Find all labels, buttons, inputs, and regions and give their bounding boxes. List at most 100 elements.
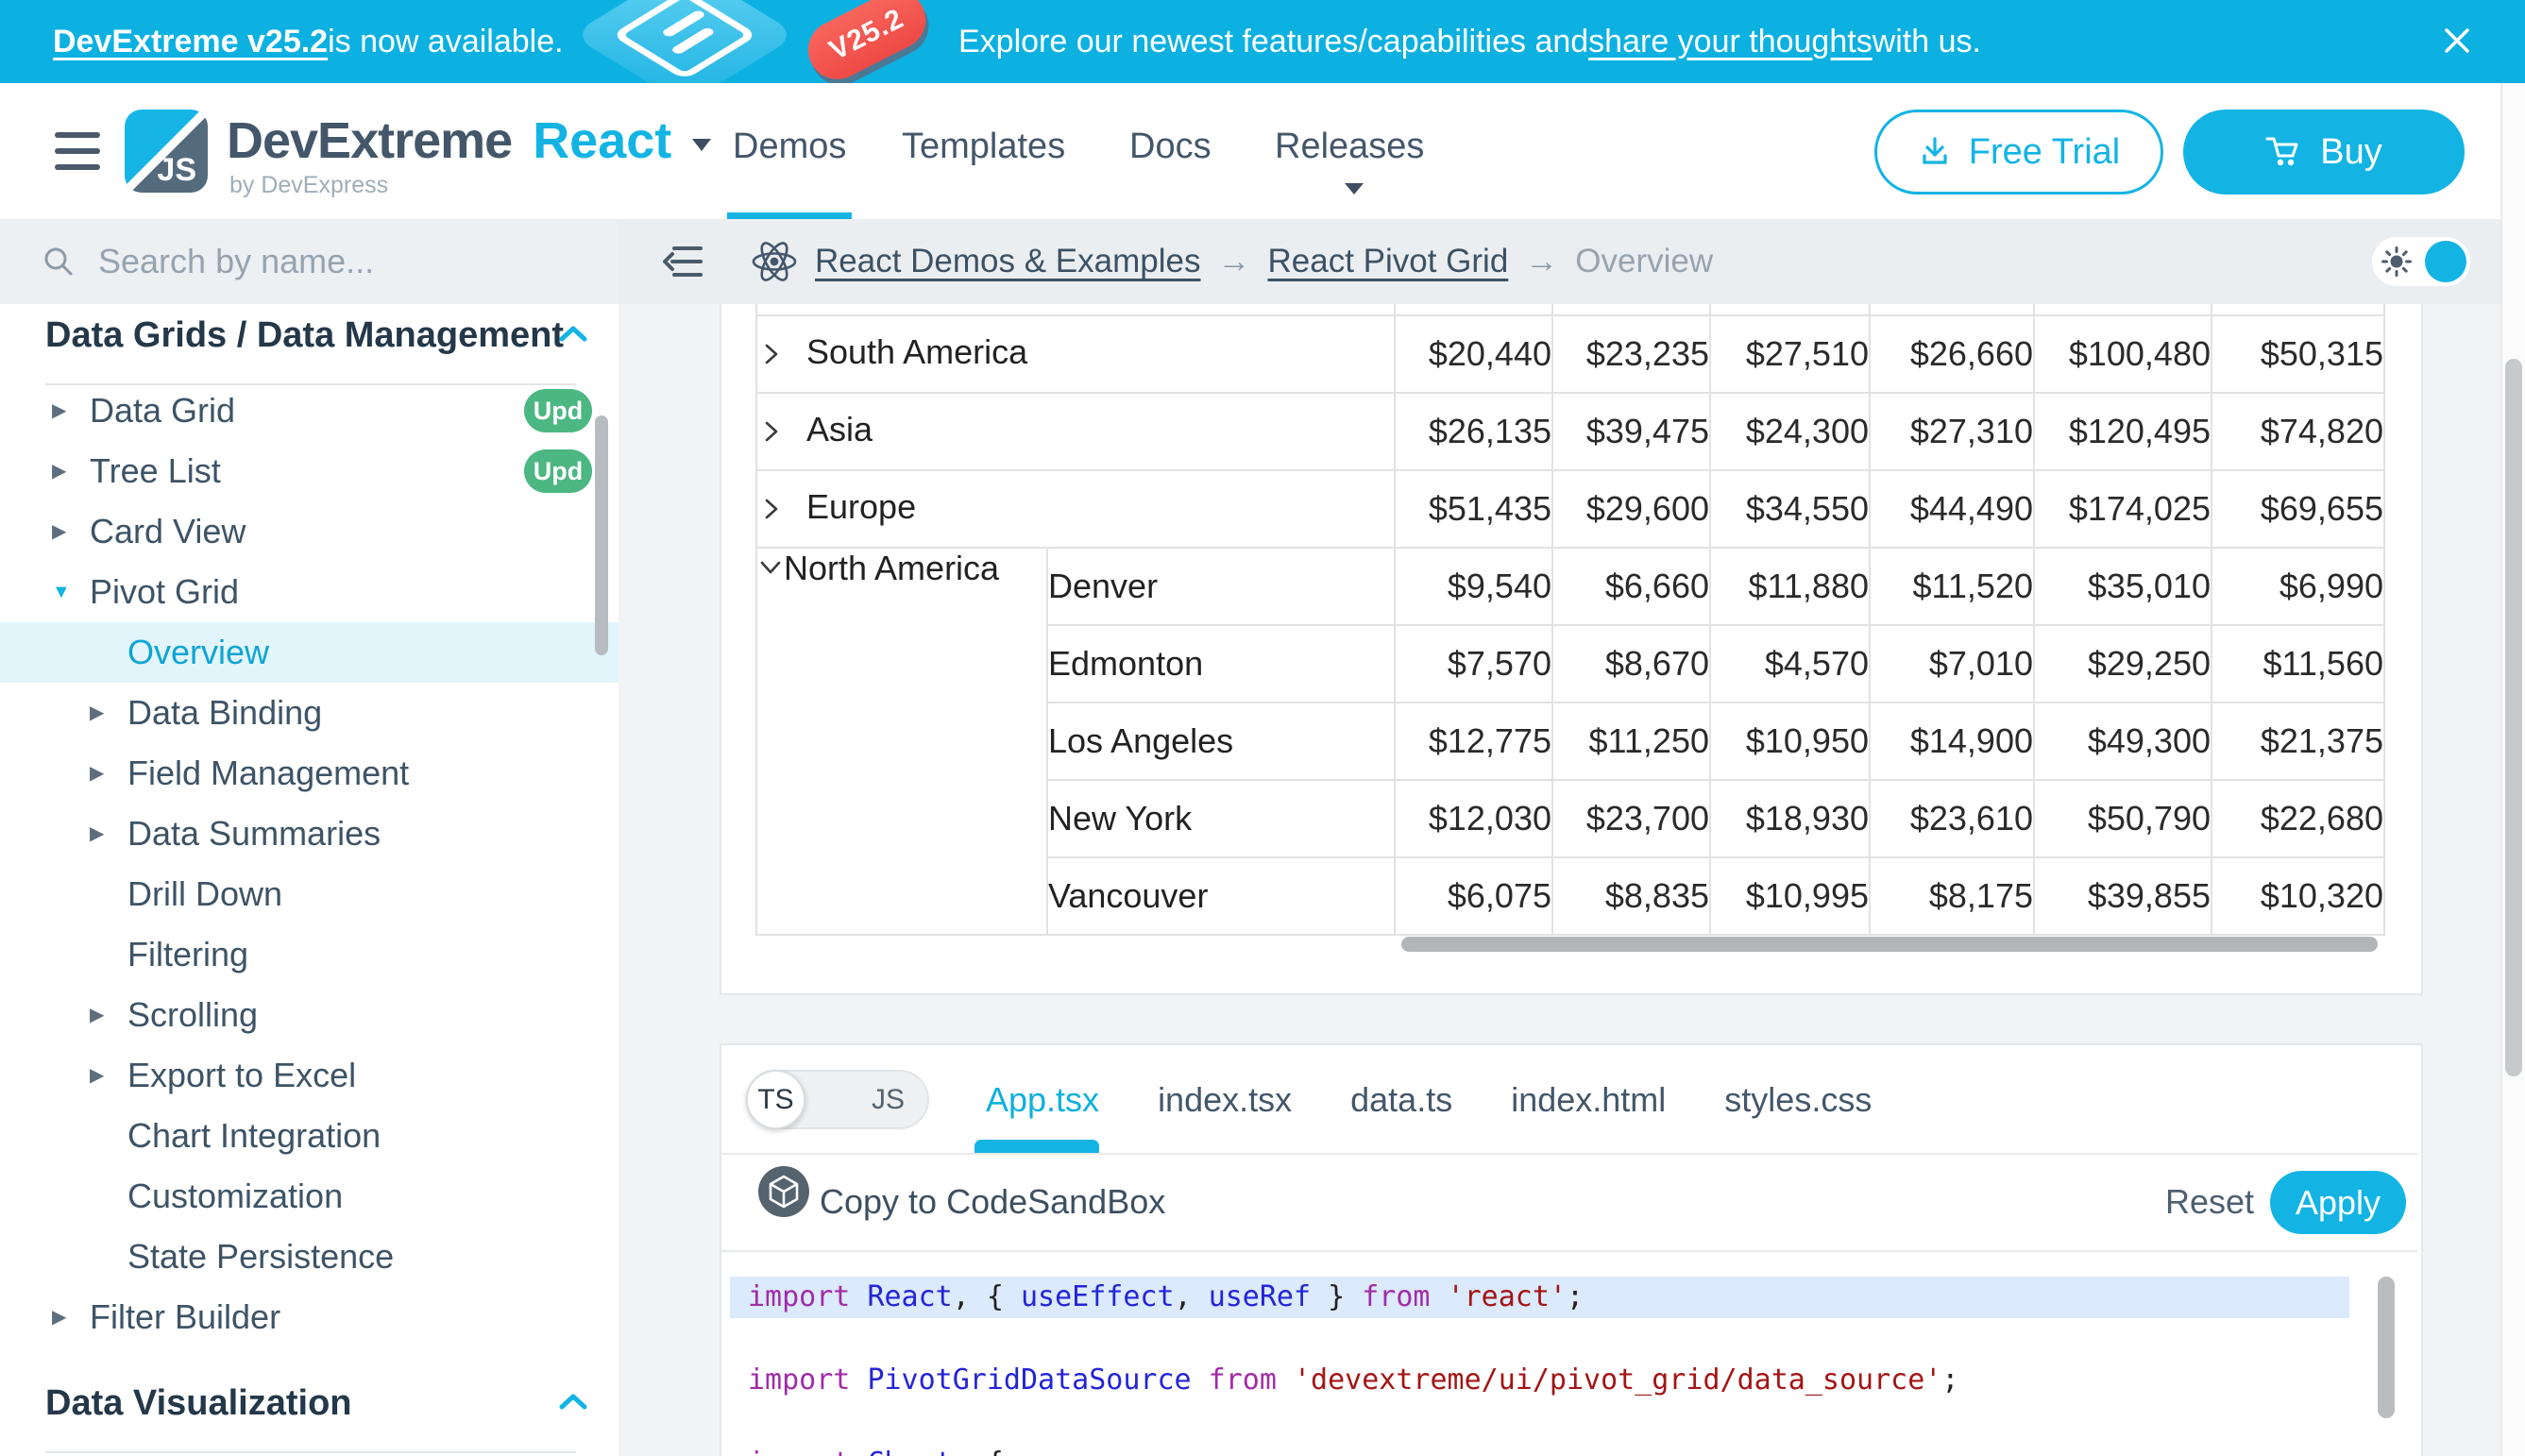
page-scrollbar-thumb[interactable] bbox=[2505, 359, 2522, 1076]
banner-message-suffix: with us. bbox=[1873, 24, 1981, 60]
row-header-asia[interactable]: Asia bbox=[756, 393, 1395, 470]
breadcrumb-separator: → bbox=[1217, 243, 1250, 280]
sidebar-item-label: Drill Down bbox=[127, 864, 282, 924]
language-toggle[interactable]: TS JS bbox=[746, 1070, 929, 1129]
sidebar-item-export-to-excel[interactable]: ▶ Export to Excel bbox=[0, 1045, 619, 1106]
chevron-down-icon[interactable] bbox=[692, 139, 711, 151]
tab-index-tsx[interactable]: index.tsx bbox=[1158, 1080, 1292, 1120]
sidebar-item-filter-builder[interactable]: ▶ Filter Builder bbox=[0, 1287, 619, 1347]
language-toggle-ts[interactable]: TS bbox=[746, 1070, 805, 1129]
row-label: Europe bbox=[806, 487, 916, 526]
sidebar-item-customization[interactable]: Customization bbox=[0, 1166, 619, 1227]
close-icon bbox=[2441, 25, 2473, 57]
free-trial-button[interactable]: Free Trial bbox=[1874, 110, 2163, 195]
expand-chevron-right-icon[interactable] bbox=[757, 491, 784, 531]
row-header-los-angeles[interactable]: Los Angeles bbox=[1047, 703, 1395, 780]
chevron-right-icon: ▶ bbox=[90, 743, 104, 804]
pivot-cell: $23,235 bbox=[1552, 315, 1710, 393]
tab-styles-css[interactable]: styles.css bbox=[1724, 1080, 1872, 1120]
sidebar-item-tree-list[interactable]: ▶ Tree List Upd bbox=[0, 441, 619, 501]
pivot-cell: $23,610 bbox=[1870, 780, 2034, 857]
tab-index-html[interactable]: index.html bbox=[1511, 1080, 1666, 1120]
expand-chevron-right-icon[interactable] bbox=[757, 336, 784, 376]
sidebar-item-field-management[interactable]: ▶ Field Management bbox=[0, 743, 619, 804]
tab-data-ts[interactable]: data.ts bbox=[1350, 1080, 1452, 1120]
code-editor[interactable]: import React, { useEffect, useRef } from… bbox=[721, 1252, 2417, 1456]
cart-icon bbox=[2265, 135, 2301, 169]
row-header-north-america[interactable]: North America bbox=[756, 548, 1047, 935]
nav-demos[interactable]: Demos bbox=[733, 127, 846, 167]
version-link[interactable]: DevExtreme v25.2 bbox=[53, 24, 328, 60]
box-logo-icon bbox=[571, 0, 798, 83]
brand-block[interactable]: DevExtreme React bbox=[227, 111, 711, 170]
sidebar-section-data-grids[interactable]: Data Grids / Data Management bbox=[0, 315, 619, 359]
chevron-right-icon: ▶ bbox=[90, 1045, 104, 1106]
row-header-new-york[interactable]: New York bbox=[1047, 780, 1395, 857]
row-header-denver[interactable]: Denver bbox=[1047, 548, 1395, 625]
language-toggle-js[interactable]: JS bbox=[872, 1072, 905, 1127]
sidebar-item-data-summaries[interactable]: ▶ Data Summaries bbox=[0, 804, 619, 864]
pivot-cell: $27,510 bbox=[1710, 315, 1870, 393]
pivot-cell: $12,030 bbox=[1395, 780, 1552, 857]
sidebar-item-label: State Persistence bbox=[127, 1227, 394, 1287]
sidebar-item-label: Data Grid bbox=[90, 381, 235, 441]
code-line-1: import React, { useEffect, useRef } from… bbox=[730, 1277, 2349, 1318]
search-input[interactable] bbox=[96, 241, 553, 282]
chevron-up-icon[interactable] bbox=[557, 323, 589, 346]
tab-app-tsx[interactable]: App.tsx bbox=[986, 1080, 1099, 1120]
logo-js-label: JS bbox=[157, 152, 196, 189]
collapse-sidebar-icon[interactable] bbox=[661, 242, 704, 286]
sidebar-item-label: Chart Integration bbox=[127, 1106, 381, 1166]
nav-releases[interactable]: Releases bbox=[1275, 127, 1424, 167]
sidebar-item-data-binding[interactable]: ▶ Data Binding bbox=[0, 683, 619, 743]
devextreme-logo[interactable]: JS bbox=[125, 110, 208, 193]
hamburger-menu-icon[interactable] bbox=[55, 130, 102, 177]
apply-button[interactable]: Apply bbox=[2270, 1171, 2406, 1234]
buy-button[interactable]: Buy bbox=[2183, 110, 2465, 195]
download-icon bbox=[1918, 135, 1952, 169]
pivot-cell: $34,550 bbox=[1710, 470, 1870, 548]
sidebar-item-scrolling[interactable]: ▶ Scrolling bbox=[0, 985, 619, 1045]
nav-docs[interactable]: Docs bbox=[1129, 127, 1212, 167]
share-thoughts-link[interactable]: share your thoughts bbox=[1588, 24, 1873, 60]
sidebar-scrollbar-thumb[interactable] bbox=[595, 415, 608, 655]
nav-templates[interactable]: Templates bbox=[902, 127, 1065, 167]
sidebar-item-card-view[interactable]: ▶ Card View bbox=[0, 501, 619, 562]
collapse-chevron-down-icon[interactable] bbox=[757, 549, 784, 587]
sidebar-item-drill-down[interactable]: Drill Down bbox=[0, 864, 619, 924]
pivot-cell: $12,775 bbox=[1395, 703, 1552, 780]
table-row-denver: North America Denver $9,540 $6,660 $11,8… bbox=[756, 548, 2384, 625]
pivot-cell: $6,075 bbox=[1395, 857, 1552, 935]
version-badge: V25.2 bbox=[798, 0, 936, 83]
pivot-cell: $10,995 bbox=[1710, 857, 1870, 935]
pivot-horizontal-scrollbar-thumb[interactable] bbox=[1401, 937, 2378, 952]
chevron-right-icon: ▶ bbox=[52, 1287, 66, 1347]
buy-label: Buy bbox=[2320, 132, 2381, 173]
copy-to-codesandbox-button[interactable]: Copy to CodeSandBox bbox=[820, 1153, 1165, 1250]
sidebar-item-filtering[interactable]: Filtering bbox=[0, 924, 619, 985]
expand-chevron-right-icon[interactable] bbox=[757, 414, 784, 453]
code-line-3: import Chart, { bbox=[730, 1443, 2349, 1456]
code-scrollbar-thumb[interactable] bbox=[2378, 1277, 2395, 1418]
page-scrollbar[interactable] bbox=[2500, 83, 2525, 1456]
breadcrumb-root-link[interactable]: React Demos & Examples bbox=[815, 243, 1200, 280]
sidebar-item-state-persistence[interactable]: State Persistence bbox=[0, 1227, 619, 1287]
pivot-cell: $50,315 bbox=[2211, 315, 2384, 393]
row-header-vancouver[interactable]: Vancouver bbox=[1047, 857, 1395, 935]
sidebar-item-pivot-grid[interactable]: ▼ Pivot Grid bbox=[0, 562, 619, 622]
pivot-cell: $29,600 bbox=[1552, 470, 1710, 548]
reset-button[interactable]: Reset bbox=[2160, 1153, 2260, 1250]
codesandbox-icon[interactable] bbox=[757, 1165, 810, 1223]
sidebar-section-data-visualization[interactable]: Data Visualization bbox=[0, 1383, 619, 1427]
row-header-europe[interactable]: Europe bbox=[756, 470, 1395, 548]
theme-toggle[interactable] bbox=[2372, 237, 2470, 286]
theme-toggle-knob[interactable] bbox=[2425, 241, 2466, 282]
breadcrumb-parent-link[interactable]: React Pivot Grid bbox=[1267, 243, 1508, 280]
sidebar-item-overview[interactable]: Overview bbox=[0, 622, 619, 683]
sidebar-item-data-grid[interactable]: ▶ Data Grid Upd bbox=[0, 381, 619, 441]
sidebar-item-chart-integration[interactable]: Chart Integration bbox=[0, 1106, 619, 1166]
banner-close-button[interactable] bbox=[2438, 23, 2476, 60]
row-header-south-america[interactable]: South America bbox=[756, 315, 1395, 393]
chevron-up-icon[interactable] bbox=[557, 1391, 589, 1414]
row-header-edmonton[interactable]: Edmonton bbox=[1047, 625, 1395, 703]
